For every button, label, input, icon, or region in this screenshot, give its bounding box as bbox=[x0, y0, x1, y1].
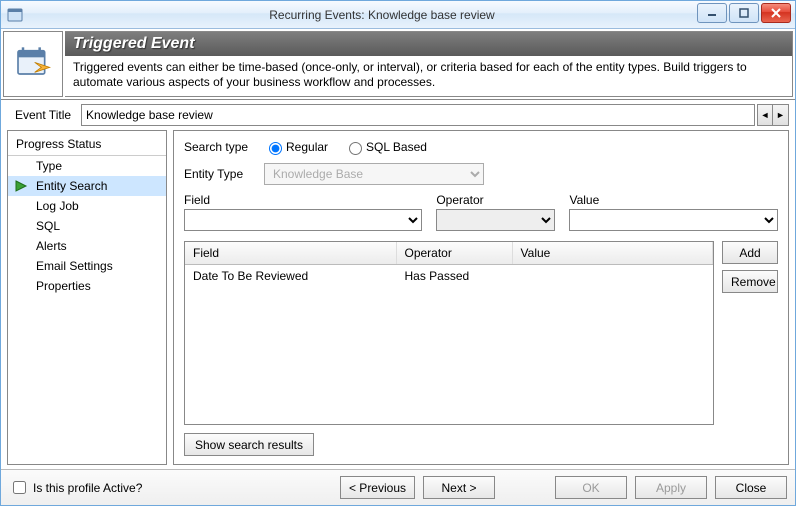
search-type-label: Search type bbox=[184, 140, 264, 154]
header-strip: Triggered Event Triggered events can eit… bbox=[1, 29, 795, 100]
sidebar-item-properties[interactable]: Properties bbox=[8, 276, 166, 296]
event-title-label: Event Title bbox=[15, 108, 71, 122]
cell-value bbox=[512, 265, 712, 288]
close-window-button[interactable] bbox=[761, 3, 791, 23]
next-button[interactable]: Next > bbox=[423, 476, 495, 499]
cell-operator: Has Passed bbox=[396, 265, 512, 288]
app-icon bbox=[7, 7, 23, 23]
sidebar-item-label: SQL bbox=[36, 219, 60, 233]
event-title-row: Event Title ◄ ► bbox=[1, 100, 795, 130]
sidebar-item-sql[interactable]: SQL bbox=[8, 216, 166, 236]
header-right: Triggered Event Triggered events can eit… bbox=[65, 31, 793, 97]
footer: Is this profile Active? < Previous Next … bbox=[1, 469, 795, 505]
window-controls bbox=[695, 3, 791, 23]
grid-header-operator[interactable]: Operator bbox=[396, 242, 512, 265]
criteria-grid-row: Field Operator Value Date To Be Reviewed… bbox=[184, 241, 778, 425]
show-search-results-button[interactable]: Show search results bbox=[184, 433, 314, 456]
sidebar-item-alerts[interactable]: Alerts bbox=[8, 236, 166, 256]
grid-header-value[interactable]: Value bbox=[512, 242, 712, 265]
entity-type-row: Entity Type Knowledge Base bbox=[184, 163, 778, 185]
entity-search-panel: Search type Regular SQL Based Entity Typ… bbox=[173, 130, 789, 465]
criteria-grid[interactable]: Field Operator Value Date To Be Reviewed… bbox=[184, 241, 714, 425]
add-button[interactable]: Add bbox=[722, 241, 778, 264]
header-title: Triggered Event bbox=[65, 32, 792, 56]
search-type-row: Search type Regular SQL Based bbox=[184, 139, 778, 155]
arrow-right-icon bbox=[14, 179, 28, 193]
ok-button[interactable]: OK bbox=[555, 476, 627, 499]
remove-button[interactable]: Remove bbox=[722, 270, 778, 293]
window: Recurring Events: Knowledge base review … bbox=[0, 0, 796, 506]
progress-sidebar: Progress Status Type Entity Search Log Job… bbox=[7, 130, 167, 465]
profile-active-label: Is this profile Active? bbox=[33, 481, 142, 495]
next-event-arrow[interactable]: ► bbox=[773, 104, 789, 126]
event-title-nav: ◄ ► bbox=[757, 104, 789, 126]
search-type-sql-label: SQL Based bbox=[366, 140, 427, 154]
search-type-sql-radio[interactable] bbox=[349, 142, 362, 155]
operator-select[interactable] bbox=[436, 209, 555, 231]
sidebar-item-label: Properties bbox=[36, 279, 91, 293]
value-label: Value bbox=[569, 193, 778, 207]
value-select[interactable] bbox=[569, 209, 778, 231]
sidebar-item-label: Type bbox=[36, 159, 62, 173]
sidebar-header: Progress Status bbox=[8, 133, 166, 156]
grid-header-field[interactable]: Field bbox=[185, 242, 396, 265]
close-button[interactable]: Close bbox=[715, 476, 787, 499]
search-type-regular-label: Regular bbox=[286, 140, 328, 154]
prev-event-arrow[interactable]: ◄ bbox=[757, 104, 773, 126]
header-description: Triggered events can either be time-base… bbox=[65, 56, 792, 96]
operator-label: Operator bbox=[436, 193, 555, 207]
maximize-button[interactable] bbox=[729, 3, 759, 23]
profile-active-checkbox[interactable] bbox=[13, 481, 26, 494]
field-label: Field bbox=[184, 193, 422, 207]
entity-type-label: Entity Type bbox=[184, 167, 264, 181]
table-row[interactable]: Date To Be ReviewedHas Passed bbox=[185, 265, 713, 288]
entity-type-select: Knowledge Base bbox=[264, 163, 484, 185]
sidebar-item-label: Alerts bbox=[36, 239, 67, 253]
sidebar-item-type[interactable]: Type bbox=[8, 156, 166, 176]
sidebar-item-email-settings[interactable]: Email Settings bbox=[8, 256, 166, 276]
main-area: Progress Status Type Entity Search Log Job… bbox=[1, 130, 795, 469]
field-select[interactable] bbox=[184, 209, 422, 231]
sidebar-item-log-job[interactable]: Log Job bbox=[8, 196, 166, 216]
criteria-input-row: Field Operator Value bbox=[184, 193, 778, 231]
previous-button[interactable]: < Previous bbox=[340, 476, 415, 499]
event-title-input[interactable] bbox=[81, 104, 755, 126]
minimize-button[interactable] bbox=[697, 3, 727, 23]
sidebar-item-label: Entity Search bbox=[36, 179, 107, 193]
titlebar: Recurring Events: Knowledge base review bbox=[1, 1, 795, 29]
sidebar-item-entity-search[interactable]: Entity Search bbox=[8, 176, 166, 196]
sidebar-item-label: Email Settings bbox=[36, 259, 113, 273]
cell-field: Date To Be Reviewed bbox=[185, 265, 396, 288]
header-icon bbox=[3, 31, 63, 97]
apply-button[interactable]: Apply bbox=[635, 476, 707, 499]
grid-buttons: Add Remove bbox=[722, 241, 778, 425]
sidebar-item-label: Log Job bbox=[36, 199, 79, 213]
search-type-regular-radio[interactable] bbox=[269, 142, 282, 155]
window-title: Recurring Events: Knowledge base review bbox=[29, 8, 795, 22]
